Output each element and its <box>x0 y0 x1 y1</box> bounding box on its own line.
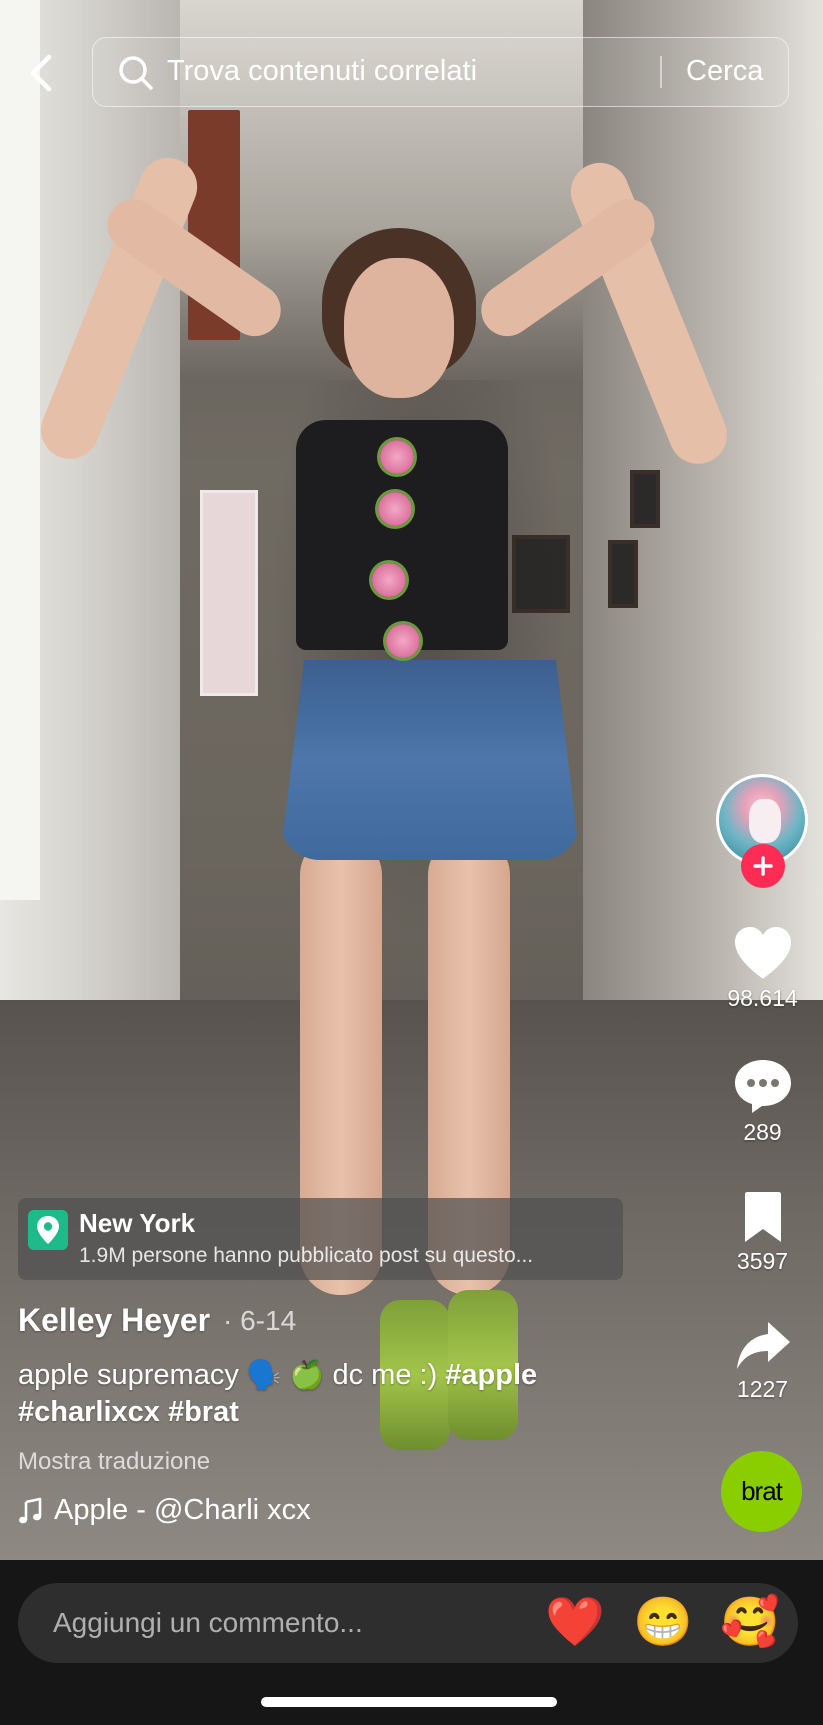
search-submit-button[interactable]: Cerca <box>686 38 763 105</box>
figure-rose <box>380 440 414 474</box>
author-name[interactable]: Kelley Heyer <box>18 1302 210 1339</box>
quick-emoji-hearts-face[interactable]: 🥰 <box>720 1595 780 1651</box>
location-chip[interactable]: New York 1.9M persone hanno pubblicato p… <box>18 1198 623 1280</box>
like-count: 98.614 <box>727 985 798 1011</box>
plus-icon <box>753 856 773 876</box>
save-count: 3597 <box>736 1248 789 1274</box>
hashtag-brat[interactable]: #brat <box>168 1396 239 1428</box>
location-subtitle: 1.9M persone hanno pubblicato post su qu… <box>79 1244 534 1267</box>
location-name: New York <box>79 1208 196 1238</box>
like-button[interactable]: 98.614 <box>705 925 820 1012</box>
search-input[interactable]: Trova contenuti correlati <box>167 38 477 105</box>
bookmark-icon <box>744 1192 781 1242</box>
save-button[interactable]: 3597 <box>705 1190 820 1275</box>
figure-rose <box>386 624 420 658</box>
scene-floor <box>0 1000 823 1560</box>
comment-count: 289 <box>743 1119 782 1145</box>
follow-button[interactable] <box>741 844 785 888</box>
heart-icon <box>734 927 791 979</box>
caption-tail: dc me :) <box>332 1359 438 1391</box>
music-track-name: Apple - @Charli xcx <box>54 1494 311 1526</box>
comment-button[interactable]: 289 <box>705 1057 820 1146</box>
back-button[interactable] <box>20 50 62 96</box>
search-bar[interactable]: Trova contenuti correlati Cerca <box>92 37 789 107</box>
music-disc-label: brat <box>741 1476 783 1506</box>
comment-bar[interactable]: Aggiungi un commento... ❤️ 😁 🥰 <box>18 1583 798 1663</box>
figure-skirt <box>280 660 580 860</box>
scene-mirror <box>200 490 258 696</box>
caption-emoji: 🗣️ 🍏 <box>246 1359 325 1390</box>
comment-input[interactable]: Aggiungi un commento... <box>53 1583 363 1663</box>
caption-text: apple supremacy <box>18 1359 239 1391</box>
hashtag-apple[interactable]: #apple <box>445 1359 537 1391</box>
comment-bubble-icon <box>734 1060 791 1113</box>
quick-emoji-heart[interactable]: ❤️ <box>545 1595 605 1651</box>
search-divider <box>660 56 662 88</box>
share-arrow-icon <box>736 1322 790 1369</box>
figure-rose <box>372 563 406 597</box>
show-translation-link[interactable]: Mostra traduzione <box>18 1448 210 1476</box>
creator-avatar[interactable] <box>716 774 808 888</box>
scene-picture-frame <box>630 470 660 528</box>
chevron-left-icon <box>30 54 52 92</box>
music-disc[interactable]: brat <box>721 1451 802 1532</box>
tiktok-video-screen: Trova contenuti correlati Cerca 98.614 2… <box>0 0 823 1725</box>
share-button[interactable]: 1227 <box>705 1320 820 1403</box>
scene-picture-frame <box>608 540 638 608</box>
figure-face <box>344 258 454 398</box>
location-pin-icon <box>28 1210 68 1250</box>
music-track-link[interactable]: Apple - @Charli xcx <box>18 1494 311 1527</box>
quick-emoji-grin[interactable]: 😁 <box>633 1595 693 1651</box>
music-note-icon <box>19 1497 42 1523</box>
hashtag-charlixcx[interactable]: #charlixcx <box>18 1396 160 1428</box>
share-count: 1227 <box>736 1376 789 1402</box>
home-indicator[interactable] <box>261 1697 557 1707</box>
search-icon <box>119 56 153 90</box>
post-date: · 6-14 <box>223 1305 297 1336</box>
post-caption: apple supremacy 🗣️ 🍏 dc me :) #apple #ch… <box>18 1356 638 1431</box>
figure-rose <box>378 492 412 526</box>
